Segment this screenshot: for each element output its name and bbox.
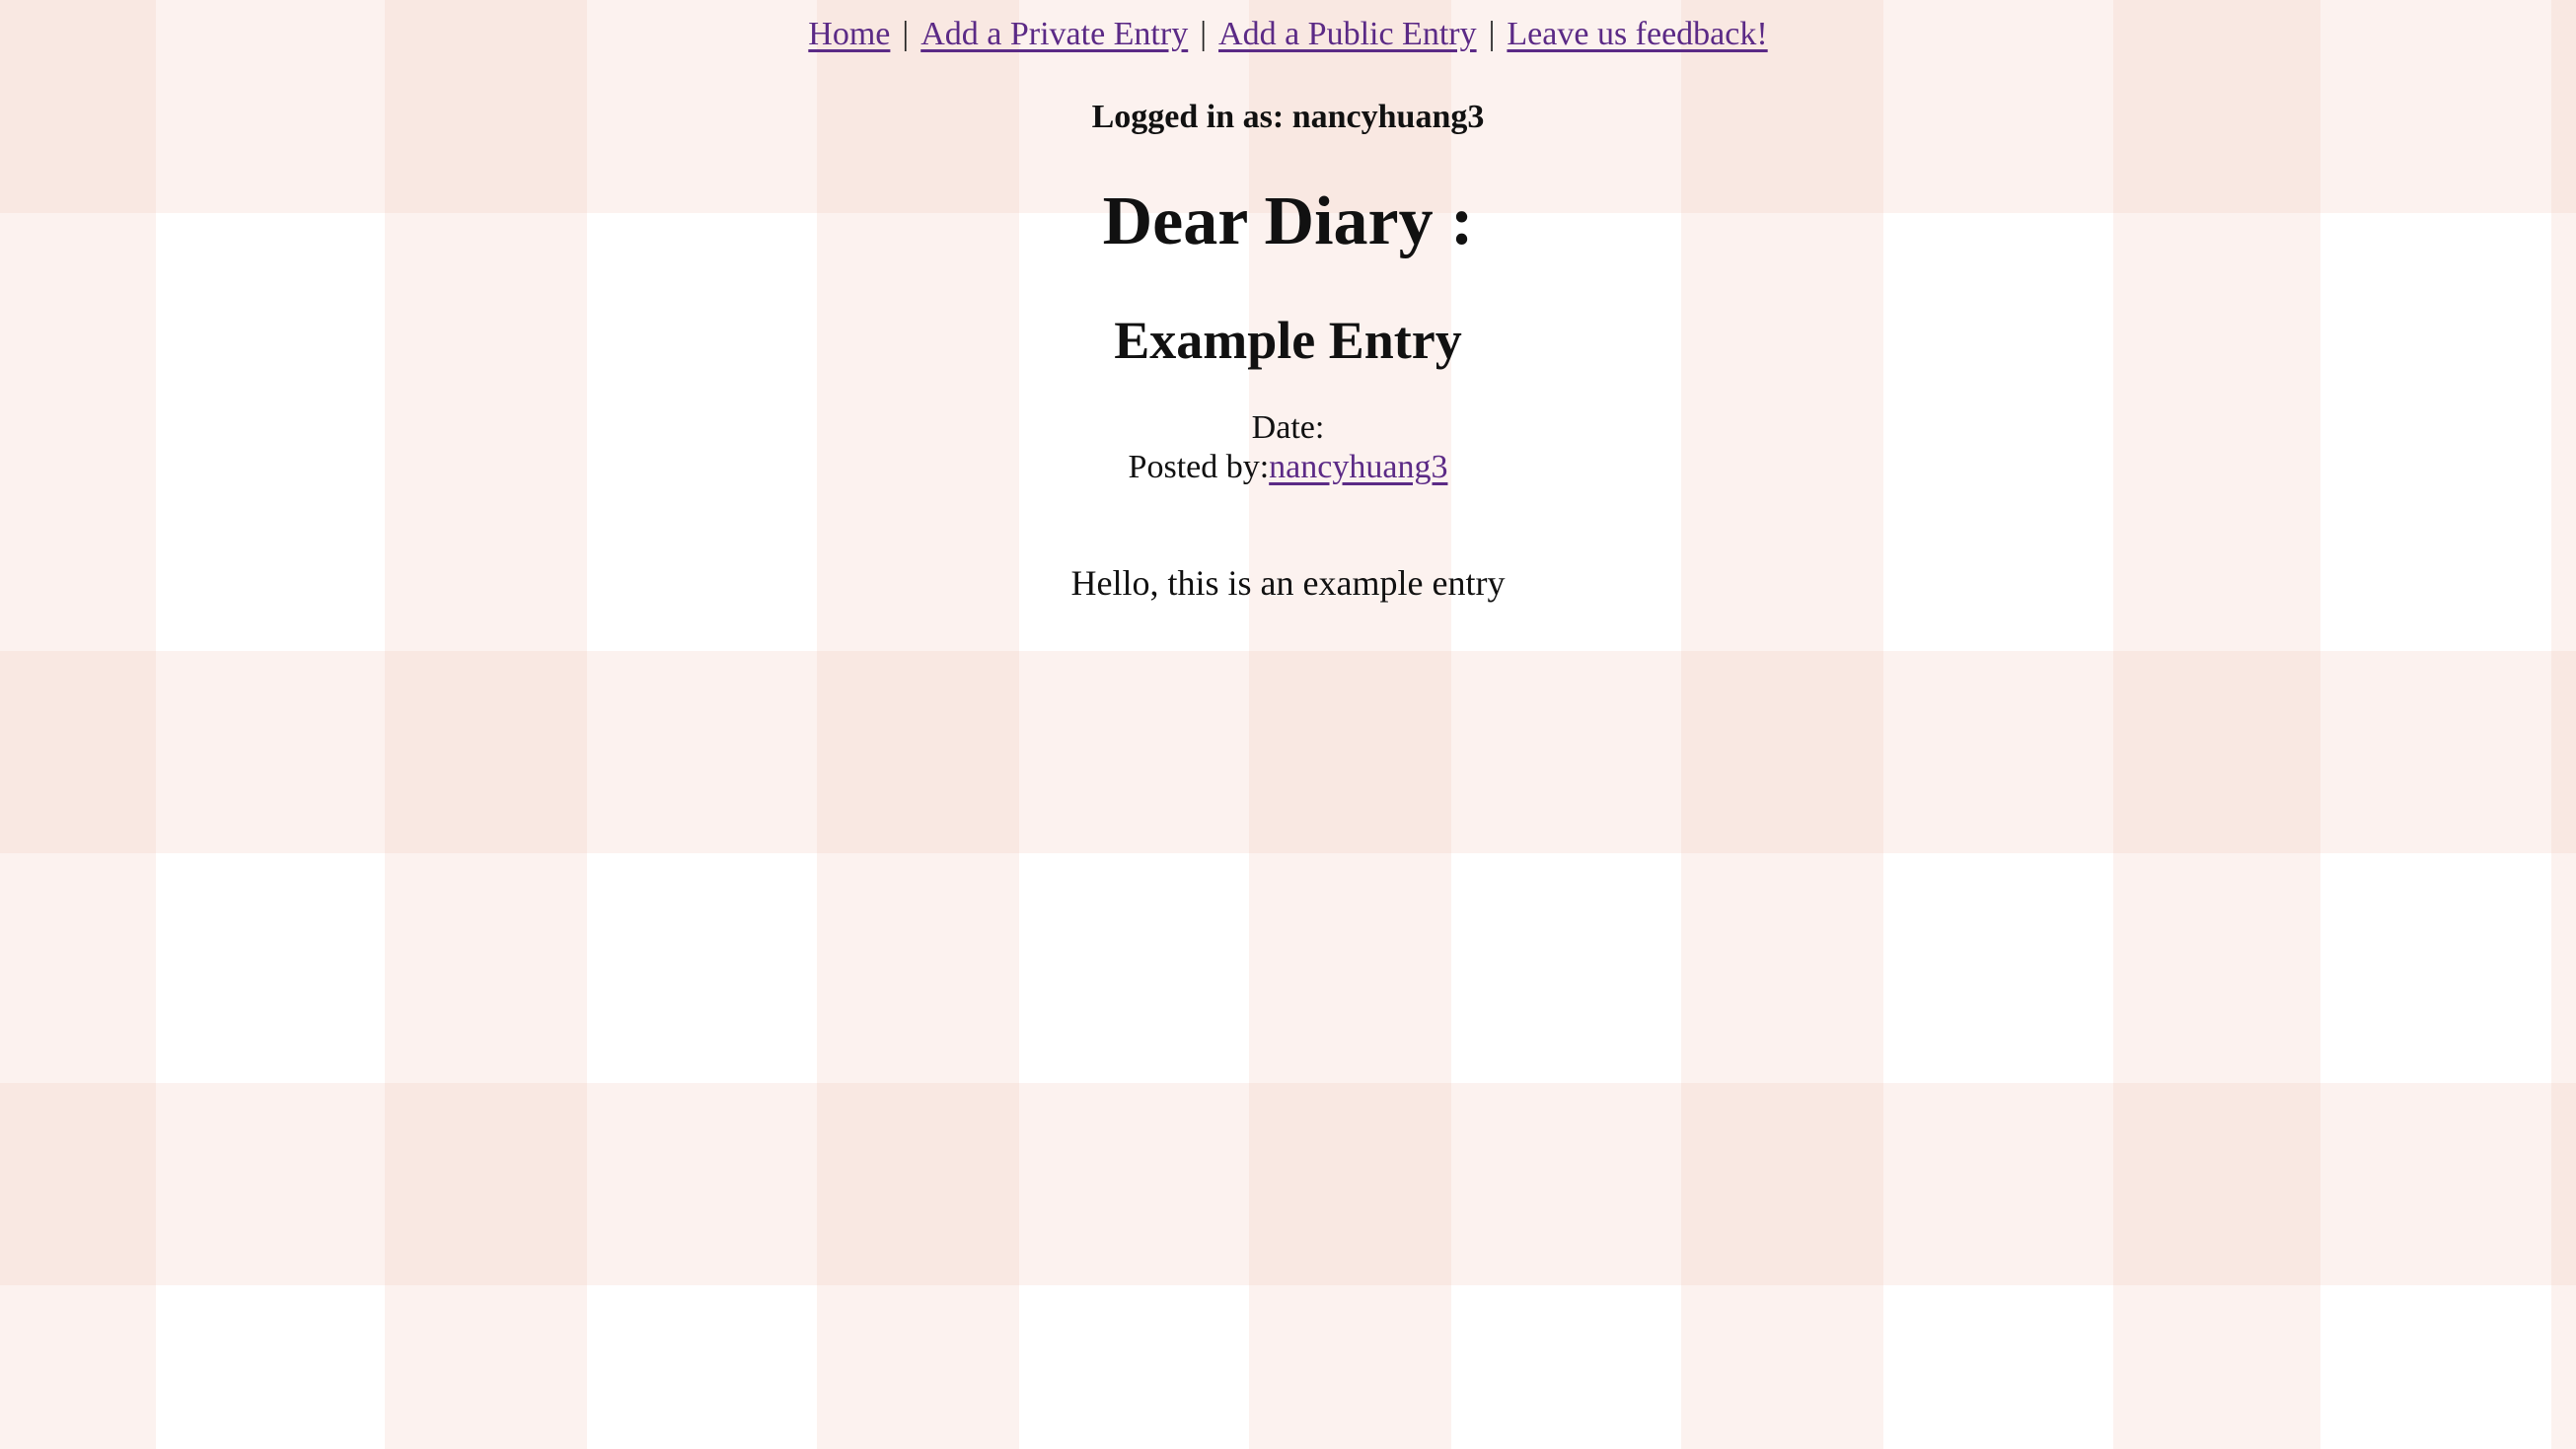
nav-separator: | [1200, 16, 1208, 52]
nav-separator: | [902, 16, 910, 52]
entry-meta: Date: Posted by:nancyhuang3 [0, 408, 2576, 487]
nav-link-add-private-entry[interactable]: Add a Private Entry [920, 16, 1188, 52]
nav-link-home[interactable]: Home [808, 16, 890, 52]
page-content: Home | Add a Private Entry | Add a Public En… [0, 0, 2576, 1449]
entry-body: Hello, this is an example entry [1070, 563, 1506, 603]
page-title: Dear Diary : [1102, 183, 1474, 259]
top-navigation: Home | Add a Private Entry | Add a Public En… [0, 12, 2576, 57]
logged-in-status: Logged in as: nancyhuang3 [1091, 99, 1485, 135]
entry-date: Date: [0, 408, 2576, 448]
entry-date-label: Date: [1251, 409, 1325, 446]
entry-title: Example Entry [1114, 311, 1462, 370]
author-link[interactable]: nancyhuang3 [1269, 449, 1447, 485]
nav-separator: | [1488, 16, 1496, 52]
entry-author-line: Posted by:nancyhuang3 [0, 448, 2576, 487]
nav-link-feedback[interactable]: Leave us feedback! [1507, 16, 1767, 52]
posted-by-label: Posted by: [1128, 449, 1270, 485]
nav-link-add-public-entry[interactable]: Add a Public Entry [1218, 16, 1477, 52]
